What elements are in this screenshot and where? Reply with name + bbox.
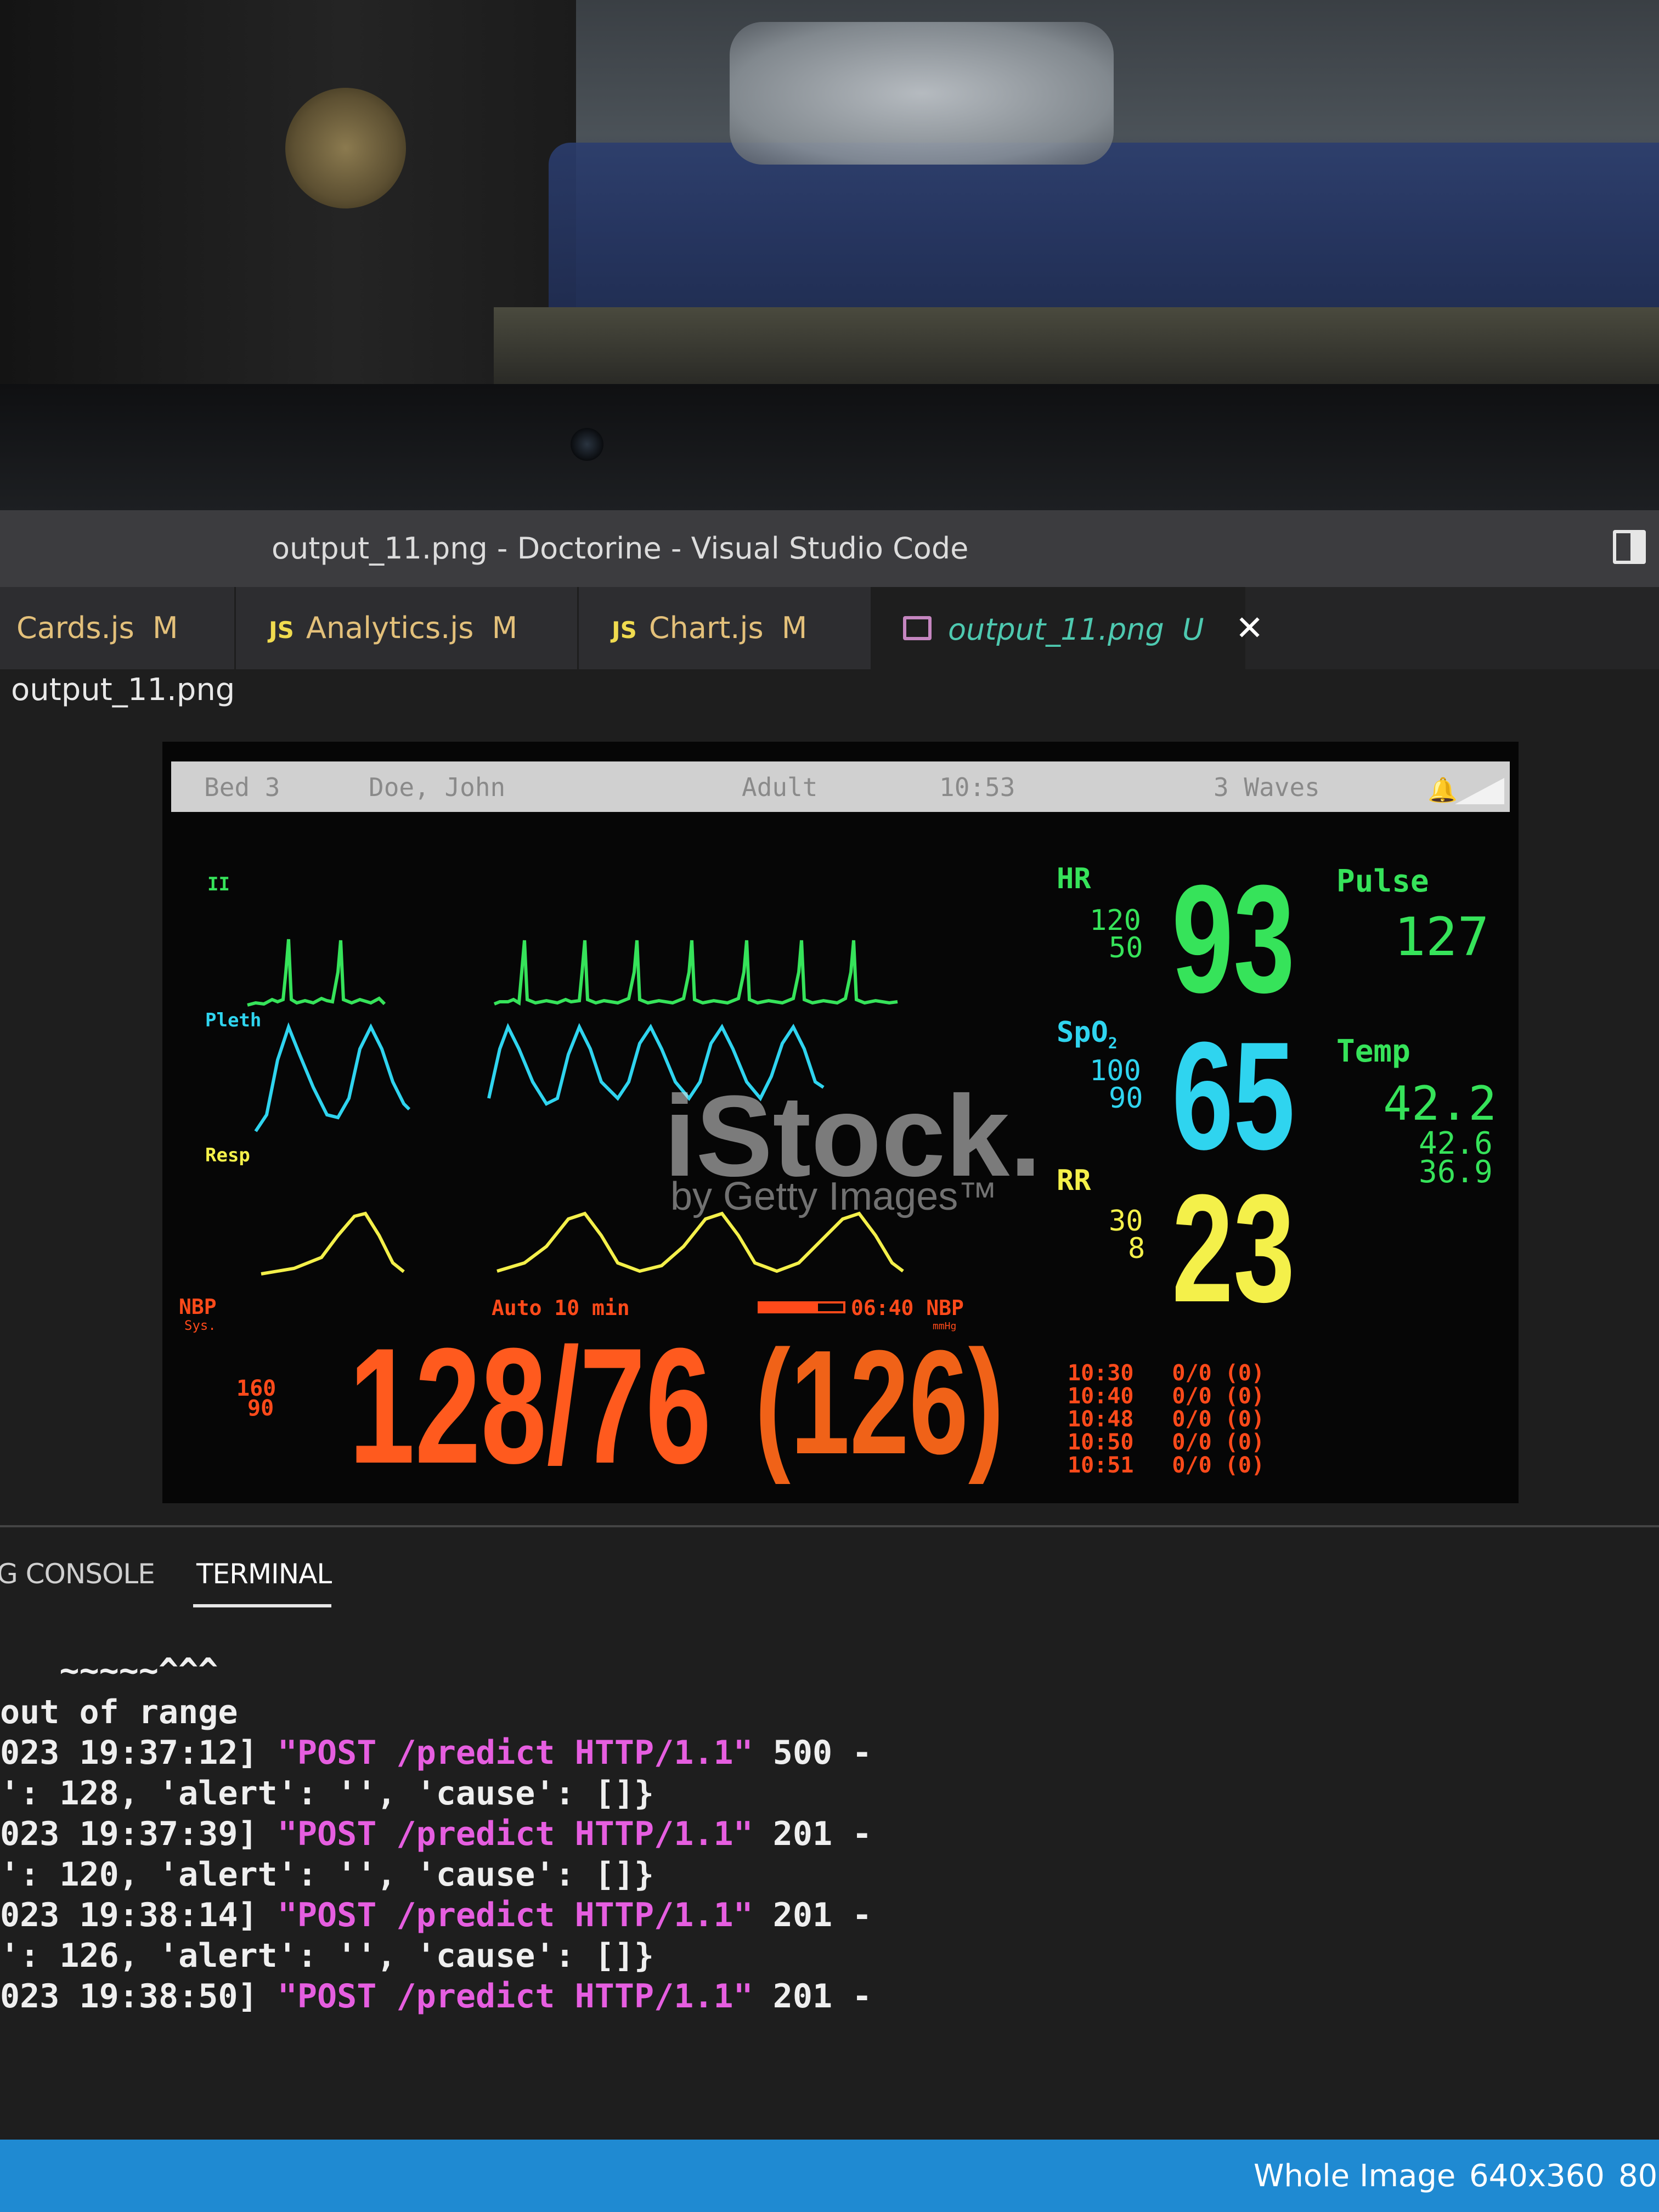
active-tab-indicator bbox=[193, 1604, 331, 1607]
hr-low-limit: 50 bbox=[1109, 932, 1143, 964]
nbp-history-row: 10:50 0/0 (0) bbox=[1068, 1430, 1265, 1455]
terminal-line: 023 19:37:39] "POST /predict HTTP/1.1" 2… bbox=[0, 1815, 872, 1853]
chair-knob bbox=[285, 88, 406, 208]
js-file-icon: JS bbox=[269, 617, 294, 644]
pulse-value: 127 bbox=[1394, 906, 1489, 968]
resp-wave bbox=[496, 1211, 904, 1273]
waveforms bbox=[247, 939, 904, 1276]
editor-tab-bar: Cards.js M JS Analytics.js M JS Chart.js M… bbox=[0, 587, 1659, 669]
close-tab-icon[interactable]: ✕ bbox=[1235, 608, 1264, 648]
waves-count: 3 Waves bbox=[1214, 772, 1320, 802]
pleth-label: Pleth bbox=[205, 1009, 262, 1031]
floor-shape bbox=[494, 307, 1659, 384]
temp-value-3: 36.9 bbox=[1419, 1154, 1493, 1190]
terminal-line: ~~~~~^^^ bbox=[0, 1651, 218, 1690]
spo2-value: 65 bbox=[1172, 1011, 1295, 1182]
tab-chart-js[interactable]: JS Chart.js M bbox=[579, 587, 872, 669]
image-zoom[interactable]: 80. bbox=[1618, 2158, 1659, 2194]
tab-terminal[interactable]: TERMINAL bbox=[196, 1558, 332, 1590]
nbp-history-row: 10:40 0/0 (0) bbox=[1068, 1384, 1265, 1409]
alarm-bell-icon: 🔔 bbox=[1427, 776, 1458, 804]
image-dimensions: 640x360 bbox=[1469, 2158, 1605, 2194]
tab-cards-js[interactable]: Cards.js M bbox=[0, 587, 236, 669]
pulse-label: Pulse bbox=[1336, 864, 1429, 899]
ecg-lead-label: II bbox=[207, 873, 230, 895]
image-view-mode[interactable]: Whole Image bbox=[1254, 2158, 1455, 2194]
nbp-timer: 06:40 NBP bbox=[851, 1296, 964, 1320]
temp-label: Temp bbox=[1336, 1034, 1410, 1069]
tab-status: M bbox=[492, 611, 518, 645]
getty-watermark: by Getty Images™ bbox=[670, 1175, 998, 1218]
hr-value: 93 bbox=[1172, 854, 1295, 1025]
nbp-history-row: 10:51 0/0 (0) bbox=[1068, 1453, 1265, 1478]
rr-value: 23 bbox=[1172, 1163, 1295, 1334]
nbp-progress-fill bbox=[760, 1304, 819, 1311]
pleth-wave bbox=[254, 1022, 411, 1132]
nbp-low-limit: 90 bbox=[247, 1396, 274, 1421]
clock: 10:53 bbox=[939, 772, 1015, 802]
terminal-line: 023 19:38:50] "POST /predict HTTP/1.1" 2… bbox=[0, 1977, 872, 2016]
patient-mode: Adult bbox=[742, 772, 818, 802]
tab-analytics-js[interactable]: JS Analytics.js M bbox=[236, 587, 579, 669]
nbp-history-list: 10:30 0/0 (0) 10:40 0/0 (0) 10:48 0/0 (0) 1… bbox=[1068, 1362, 1265, 1477]
terminal-line: 023 19:37:12] "POST /predict HTTP/1.1" 5… bbox=[0, 1734, 872, 1772]
monitor-header: Bed 3 Doe, John Adult 10:53 3 Waves 🔔 bbox=[171, 761, 1510, 812]
ecg-wave bbox=[493, 940, 898, 1006]
nbp-mean-value: (126) bbox=[755, 1320, 1004, 1485]
tab-label: Chart.js bbox=[648, 611, 764, 645]
resp-wave bbox=[261, 1211, 405, 1276]
nbp-progress-bar bbox=[758, 1301, 845, 1313]
pillow-shape bbox=[730, 22, 1114, 165]
nbp-history-row: 10:48 0/0 (0) bbox=[1068, 1407, 1265, 1432]
resp-label: Resp bbox=[205, 1144, 250, 1166]
tab-debug-console[interactable]: G CONSOLE bbox=[0, 1558, 155, 1590]
nbp-history-row: 10:30 0/0 (0) bbox=[1068, 1361, 1265, 1386]
ecg-wave bbox=[247, 939, 386, 1007]
temp-value: 42.2 bbox=[1383, 1076, 1497, 1131]
title-bar: output_11.png - Doctorine - Visual Studi… bbox=[0, 510, 1659, 587]
breadcrumb[interactable]: output_11.png bbox=[11, 672, 235, 708]
spo2-label: SpO2 bbox=[1057, 1016, 1118, 1052]
terminal-line: 023 19:38:14] "POST /predict HTTP/1.1" 2… bbox=[0, 1896, 872, 1934]
window-title: output_11.png - Doctorine - Visual Studi… bbox=[272, 531, 969, 566]
volume-wedge-icon bbox=[1455, 778, 1504, 804]
terminal-line: ': 126, 'alert': '', 'cause': []} bbox=[0, 1937, 654, 1975]
rr-label: RR bbox=[1057, 1164, 1091, 1197]
status-bar: Whole Image 640x360 80. bbox=[0, 2140, 1659, 2212]
spo2-low-limit: 90 bbox=[1109, 1082, 1143, 1115]
terminal-line: ': 128, 'alert': '', 'cause': []} bbox=[0, 1774, 654, 1813]
nbp-value: 128/76 bbox=[349, 1313, 712, 1498]
image-file-icon bbox=[903, 616, 932, 641]
hr-label: HR bbox=[1057, 862, 1091, 895]
tab-output-png[interactable]: output_11.png U ✕ bbox=[872, 587, 1264, 669]
js-file-icon: JS bbox=[612, 617, 637, 644]
terminal-line: ': 120, 'alert': '', 'cause': []} bbox=[0, 1855, 654, 1894]
nbp-sys-label: Sys. bbox=[184, 1318, 216, 1333]
laptop-bezel bbox=[0, 384, 1659, 510]
tab-status: M bbox=[781, 611, 808, 645]
tab-label: output_11.png bbox=[948, 612, 1164, 647]
toggle-secondary-sidebar-icon[interactable] bbox=[1613, 530, 1646, 564]
tab-status: U bbox=[1182, 612, 1204, 647]
sofa-shape bbox=[549, 143, 1659, 329]
chair-shape bbox=[0, 0, 576, 384]
room-background bbox=[0, 0, 1659, 384]
patient-name: Doe, John bbox=[369, 772, 506, 802]
tab-status: M bbox=[152, 611, 178, 645]
bed-label: Bed 3 bbox=[204, 772, 280, 802]
webcam bbox=[571, 428, 603, 461]
tab-label: Analytics.js bbox=[306, 611, 474, 645]
terminal-line: out of range bbox=[0, 1693, 238, 1731]
tab-label: Cards.js bbox=[16, 611, 134, 645]
rr-low-limit: 8 bbox=[1128, 1232, 1146, 1265]
nbp-label: NBP bbox=[179, 1295, 217, 1319]
